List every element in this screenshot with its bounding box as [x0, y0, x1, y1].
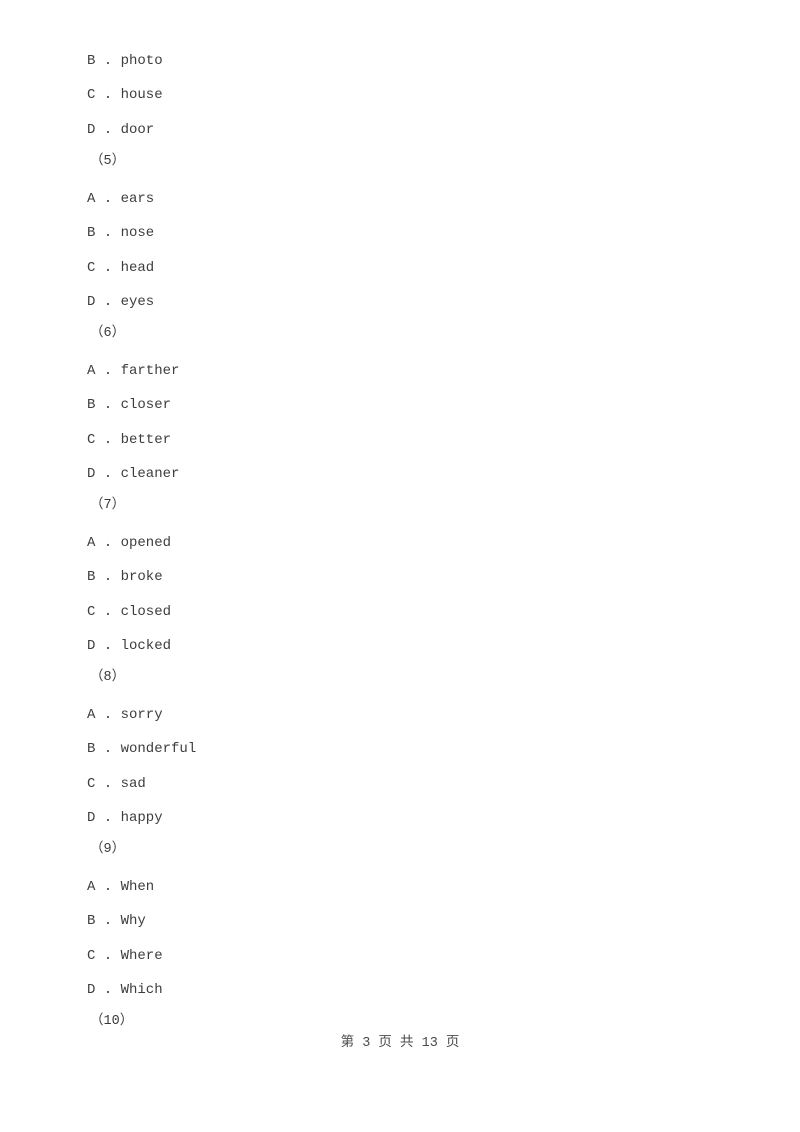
page-footer: 第 3 页 共 13 页 — [340, 1036, 460, 1051]
answer-option: B . Why — [87, 913, 146, 929]
answer-option: D . happy — [87, 810, 163, 826]
answer-option: B . broke — [87, 569, 163, 585]
answer-option: C . house — [87, 87, 163, 103]
question-number: （5） — [90, 154, 126, 169]
answer-option: B . closer — [87, 397, 172, 413]
answer-option: A . When — [87, 879, 155, 895]
answer-option: B . wonderful — [87, 741, 197, 757]
question-number: （6） — [90, 326, 126, 341]
answer-option: A . ears — [87, 191, 155, 207]
document-page: B . photo C . house D . door （5） A . ears B .… — [0, 0, 800, 1132]
answer-option: C . Where — [87, 948, 163, 964]
answer-option: D . door — [87, 122, 155, 138]
answer-option: C . head — [87, 260, 155, 276]
answer-option: B . nose — [87, 225, 155, 241]
answer-option: C . closed — [87, 604, 172, 620]
question-number: （7） — [90, 498, 126, 513]
answer-option: D . cleaner — [87, 466, 180, 482]
question-number: （10） — [90, 1014, 134, 1029]
answer-option: D . locked — [87, 638, 172, 654]
answer-option: D . eyes — [87, 294, 155, 310]
answer-option: A . sorry — [87, 707, 163, 723]
answer-option: A . farther — [87, 363, 180, 379]
answer-option: B . photo — [87, 53, 163, 69]
answer-option: D . Which — [87, 982, 163, 998]
question-number: （8） — [90, 670, 126, 685]
answer-option: C . sad — [87, 776, 146, 792]
answer-option: A . opened — [87, 535, 172, 551]
question-number: （9） — [90, 842, 126, 857]
answer-option: C . better — [87, 432, 172, 448]
